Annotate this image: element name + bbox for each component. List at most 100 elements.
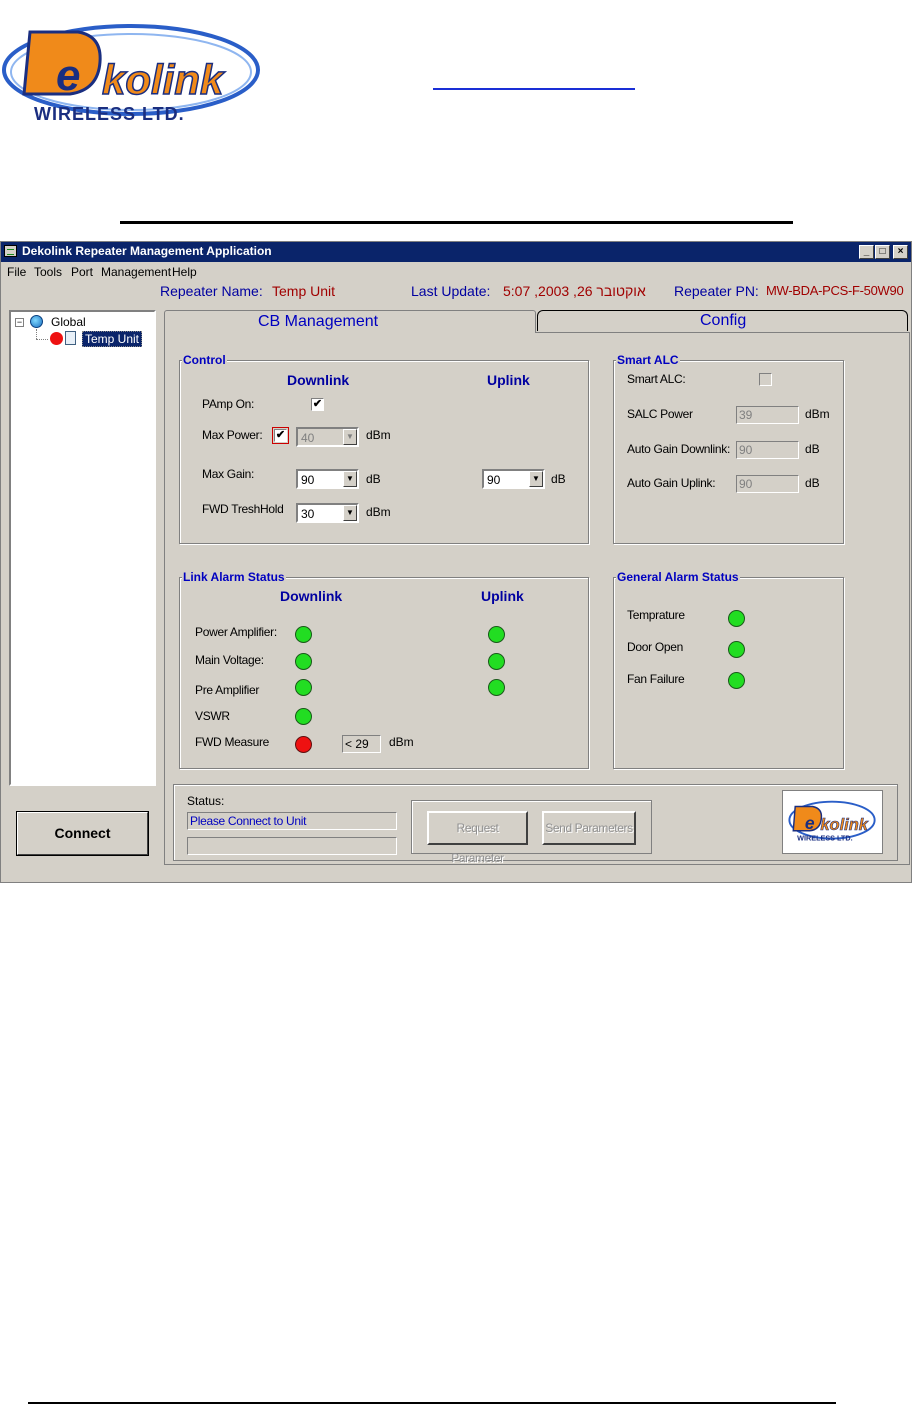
fwd-threshold-value: 30 — [301, 507, 315, 521]
chevron-down-icon[interactable]: ▼ — [343, 471, 357, 487]
unit-tree[interactable]: − Global Temp Unit — [9, 310, 156, 786]
max-gain-downlink-select[interactable]: 90 ▼ — [296, 469, 359, 489]
smart-alc-group: Smart ALC Smart ALC: SALC Power 39 dBm A… — [613, 353, 844, 544]
tree-connector — [36, 329, 38, 339]
fwd-measure-field: < 29 — [342, 735, 381, 753]
menu-help[interactable]: Help — [172, 265, 197, 279]
max-power-select[interactable]: 40 ▼ — [296, 427, 359, 447]
menu-management[interactable]: Management — [101, 265, 171, 279]
unit-device-icon — [65, 331, 76, 345]
auto-gain-downlink-value: 90 — [739, 443, 753, 457]
pamp-checkbox[interactable]: ✔ — [311, 398, 324, 411]
minimize-button[interactable]: _ — [859, 245, 874, 259]
tab-label: Config — [700, 312, 747, 329]
tab-cb-management[interactable]: CB Management — [164, 310, 536, 333]
menu-file[interactable]: File — [7, 265, 26, 279]
chevron-down-icon[interactable]: ▼ — [529, 471, 543, 487]
unit-alarm-dot-icon — [50, 332, 63, 345]
vswr-downlink-led-icon — [295, 708, 312, 725]
maximize-button[interactable]: □ — [875, 245, 890, 259]
tab-label: CB Management — [258, 313, 379, 330]
fan-failure-label: Fan Failure — [627, 672, 685, 686]
chevron-down-icon[interactable]: ▼ — [343, 505, 357, 521]
globe-icon — [30, 315, 43, 328]
connect-button[interactable]: Connect — [16, 811, 149, 856]
link-downlink-heading: Downlink — [280, 588, 343, 604]
header-rule — [120, 221, 793, 224]
vswr-label: VSWR — [195, 709, 230, 723]
max-power-unit: dBm — [366, 428, 391, 442]
auto-gain-downlink-unit: dB — [805, 442, 820, 456]
svg-text:WIRELESS LTD.: WIRELESS LTD. — [34, 104, 185, 124]
info-row: Repeater Name: Temp Unit Last Update: 5:… — [1, 283, 911, 303]
max-power-checkbox[interactable]: ✔ — [272, 427, 289, 444]
footer-rule — [28, 1402, 836, 1404]
tab-config[interactable]: Config — [537, 310, 908, 331]
max-gain-downlink-unit: dB — [366, 472, 381, 486]
auto-gain-downlink-field[interactable]: 90 — [736, 441, 799, 459]
menu-bar: File Tools Port Management Help — [1, 262, 911, 280]
fwd-threshold-label: FWD TreshHold — [202, 502, 284, 516]
header-link-underline[interactable] — [433, 88, 635, 90]
window-title: Dekolink Repeater Management Application — [22, 244, 272, 258]
smart-alc-title: Smart ALC — [616, 353, 680, 367]
request-parameter-button[interactable]: Request Parameter — [427, 811, 528, 865]
control-downlink-heading: Downlink — [287, 372, 350, 388]
salc-power-field[interactable]: 39 — [736, 406, 799, 424]
repeater-name-label: Repeater Name: — [160, 283, 263, 299]
general-alarm-title: General Alarm Status — [616, 570, 740, 584]
power-amplifier-label: Power Amplifier: — [195, 625, 277, 639]
tree-expand-icon[interactable]: − — [15, 318, 24, 327]
tree-connector — [36, 339, 48, 341]
fwd-measure-value: < 29 — [345, 737, 369, 751]
close-button[interactable]: × — [893, 245, 908, 259]
general-alarm-group: General Alarm Status Temprature Door Ope… — [613, 570, 844, 769]
svg-text:WIRELESS LTD.: WIRELESS LTD. — [797, 833, 852, 842]
status-message-field: Please Connect to Unit — [187, 812, 397, 830]
max-gain-uplink-unit: dB — [551, 472, 566, 486]
svg-text:e: e — [56, 51, 80, 100]
max-power-label: Max Power: — [202, 428, 263, 442]
max-power-value: 40 — [301, 431, 315, 445]
link-alarm-title: Link Alarm Status — [182, 570, 286, 584]
door-open-led-icon — [728, 641, 745, 658]
tree-item-global[interactable]: Global — [51, 315, 86, 329]
main-voltage-label: Main Voltage: — [195, 653, 264, 667]
svg-text:e: e — [805, 813, 815, 833]
last-update-label: Last Update: — [411, 283, 491, 299]
dekolink-small-logo: e kolink WIRELESS LTD. — [782, 790, 883, 854]
fwd-threshold-select[interactable]: 30 ▼ — [296, 503, 359, 523]
fan-failure-led-icon — [728, 672, 745, 689]
door-open-label: Door Open — [627, 640, 683, 654]
smart-alc-checkbox[interactable] — [759, 373, 772, 386]
svg-text:kolink: kolink — [820, 816, 868, 834]
pre-amplifier-label: Pre Amplifier — [195, 683, 260, 697]
auto-gain-uplink-unit: dB — [805, 476, 820, 490]
salc-power-value: 39 — [739, 408, 753, 422]
menu-port[interactable]: Port — [71, 265, 93, 279]
temprature-led-icon — [728, 610, 745, 627]
app-icon[interactable] — [4, 245, 17, 257]
fwd-measure-unit: dBm — [389, 735, 414, 749]
tree-item-temp-unit[interactable]: Temp Unit — [82, 331, 143, 347]
auto-gain-uplink-field[interactable]: 90 — [736, 475, 799, 493]
max-gain-label: Max Gain: — [202, 467, 254, 481]
power-amp-uplink-led-icon — [488, 626, 505, 643]
repeater-name-value: Temp Unit — [272, 283, 336, 299]
repeater-pn-value: MW-BDA-PCS-F-50W90 — [766, 283, 904, 298]
chevron-down-icon[interactable]: ▼ — [343, 429, 357, 445]
power-amp-downlink-led-icon — [295, 626, 312, 643]
status-message: Please Connect to Unit — [190, 814, 307, 828]
menu-tools[interactable]: Tools — [34, 265, 62, 279]
temprature-label: Temprature — [627, 608, 685, 622]
fwd-measure-label: FWD Measure — [195, 735, 270, 749]
title-bar[interactable]: Dekolink Repeater Management Application… — [1, 242, 911, 262]
control-group: Control Downlink Uplink PAmp On: ✔ Max P… — [179, 353, 589, 544]
svg-text:kolink: kolink — [102, 56, 226, 103]
main-voltage-downlink-led-icon — [295, 653, 312, 670]
control-uplink-heading: Uplink — [487, 372, 530, 388]
control-title: Control — [182, 353, 227, 367]
auto-gain-uplink-value: 90 — [739, 477, 753, 491]
send-parameters-button[interactable]: Send Parameters — [542, 811, 636, 845]
max-gain-uplink-select[interactable]: 90 ▼ — [482, 469, 545, 489]
